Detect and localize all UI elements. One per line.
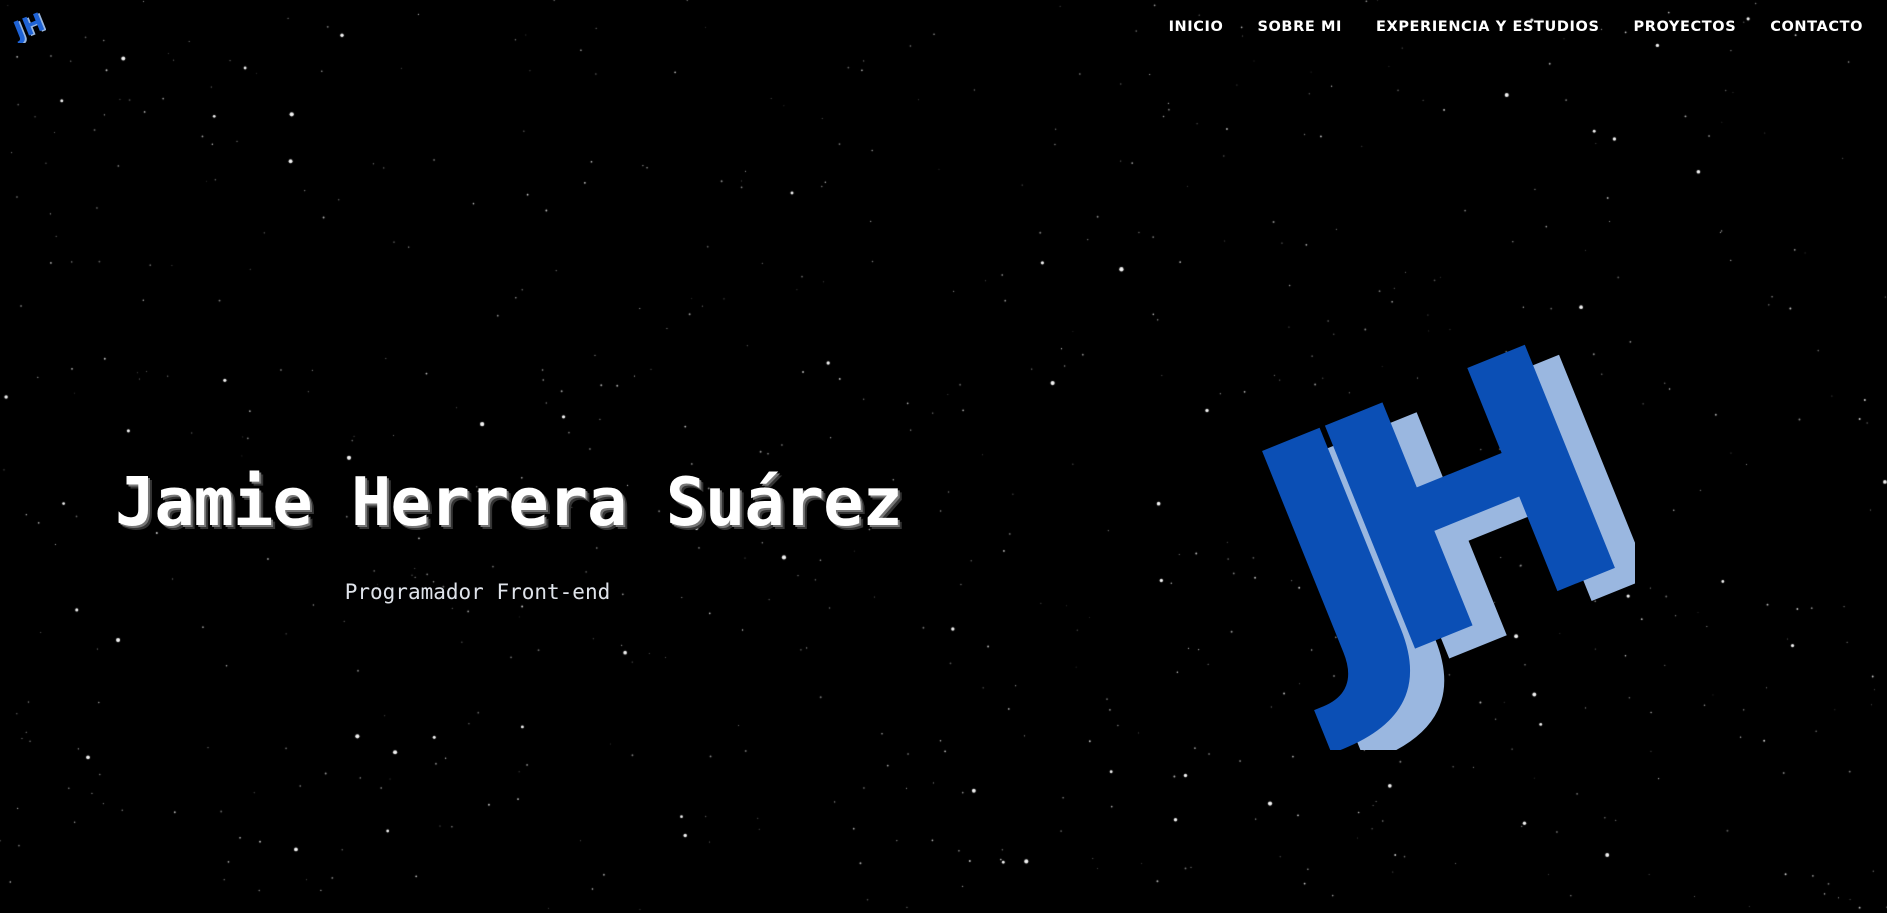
nav-link-experiencia[interactable]: EXPERIENCIA Y ESTUDIOS	[1376, 19, 1600, 35]
nav-link-proyectos[interactable]: PROYECTOS	[1634, 19, 1737, 35]
nav-item-experiencia: EXPERIENCIA Y ESTUDIOS	[1376, 16, 1600, 35]
nav-item-sobre-mi: SOBRE MI	[1257, 16, 1342, 35]
nav-logo-icon[interactable]: JH JH	[12, 9, 46, 43]
nav-link-sobre-mi[interactable]: SOBRE MI	[1257, 19, 1342, 35]
nav-link-inicio[interactable]: INICIO	[1169, 19, 1224, 35]
hero-logo: JH JH	[1195, 310, 1635, 750]
hero-name: Jamie Herrera Suárez	[115, 463, 903, 541]
nav-link-contacto[interactable]: CONTACTO	[1770, 19, 1863, 35]
nav-item-inicio: INICIO	[1169, 16, 1224, 35]
navbar: JH JH INICIO SOBRE MI EXPERIENCIA Y ESTU…	[0, 0, 1887, 52]
hero-subtitle: Programador Front-end	[344, 580, 611, 604]
nav-item-contacto: CONTACTO	[1770, 16, 1863, 35]
nav-item-proyectos: PROYECTOS	[1634, 16, 1737, 35]
nav-menu: INICIO SOBRE MI EXPERIENCIA Y ESTUDIOS P…	[1169, 16, 1863, 35]
